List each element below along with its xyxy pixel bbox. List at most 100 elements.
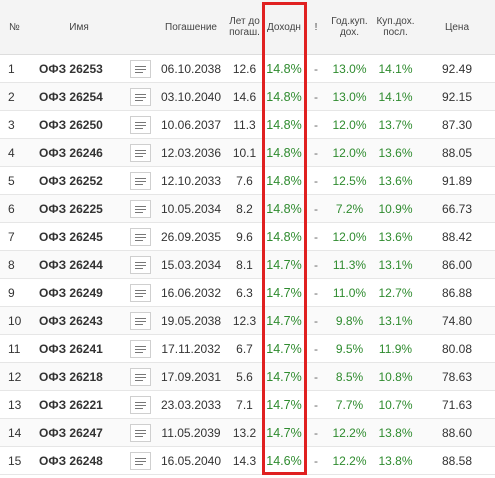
table-row[interactable]: 15 ОФЗ 26248 16.05.2040 14.3 14.6% -12.2% 13.8… — [0, 446, 495, 475]
doc-button[interactable] — [124, 166, 156, 195]
header-maturity[interactable]: Погашение — [156, 0, 226, 55]
last-coupon-yield: 13.1% — [372, 306, 419, 335]
bond-name[interactable]: ОФЗ 26247 — [34, 418, 124, 447]
bond-name[interactable]: ОФЗ 26252 — [34, 166, 124, 195]
price-value: 87.30 — [419, 110, 495, 139]
header-last-line1: Куп.дох. — [376, 16, 415, 27]
years-to-maturity: 8.2 — [226, 194, 263, 223]
table-row[interactable]: 14 ОФЗ 26247 11.05.2039 13.2 14.7% -12.2% 13.8… — [0, 418, 495, 447]
table-row[interactable]: 5 ОФЗ 26252 12.10.2033 7.6 14.8% -12.5% 13.6% 9… — [0, 166, 495, 195]
years-to-maturity: 6.3 — [226, 278, 263, 307]
bond-table: № Имя Погашение Лет до погаш. Доходн ! Го… — [0, 0, 495, 475]
document-icon[interactable] — [129, 255, 151, 274]
doc-button[interactable] — [124, 446, 156, 475]
bond-name[interactable]: ОФЗ 26225 — [34, 194, 124, 223]
table-row[interactable]: 10 ОФЗ 26243 19.05.2038 12.3 14.7% -9.8% 13.1%… — [0, 306, 495, 335]
header-coupon[interactable]: Год.куп. дох. — [327, 0, 372, 55]
bond-name[interactable]: ОФЗ 26244 — [34, 250, 124, 279]
document-icon[interactable] — [129, 339, 151, 358]
bond-name[interactable]: ОФЗ 26254 — [34, 82, 124, 111]
doc-button[interactable] — [124, 418, 156, 447]
last-coupon-yield: 10.7% — [372, 390, 419, 419]
doc-button[interactable] — [124, 138, 156, 167]
document-icon[interactable] — [129, 199, 151, 218]
maturity-date: 23.03.2033 — [156, 390, 226, 419]
yield-value: 14.8% — [263, 82, 305, 111]
doc-button[interactable] — [124, 194, 156, 223]
row-number: 8 — [0, 250, 34, 279]
bond-name[interactable]: ОФЗ 26245 — [34, 222, 124, 251]
maturity-date: 10.05.2034 — [156, 194, 226, 223]
table-row[interactable]: 7 ОФЗ 26245 26.09.2035 9.6 14.8% -12.0% 13.6% 8… — [0, 222, 495, 251]
doc-button[interactable] — [124, 278, 156, 307]
header-num[interactable]: № — [0, 0, 34, 55]
doc-button[interactable] — [124, 306, 156, 335]
doc-button[interactable] — [124, 110, 156, 139]
table-row[interactable]: 4 ОФЗ 26246 12.03.2036 10.1 14.8% -12.0% 13.6%… — [0, 138, 495, 167]
price-value: 66.73 — [419, 194, 495, 223]
annual-coupon-yield: 13.0% — [327, 82, 372, 111]
table-row[interactable]: 2 ОФЗ 26254 03.10.2040 14.6 14.8% -13.0% 14.1%… — [0, 82, 495, 111]
document-icon[interactable] — [129, 59, 151, 78]
header-last-coupon[interactable]: Куп.дох. посл. — [372, 0, 419, 55]
header-yield[interactable]: Доходн — [263, 0, 305, 55]
document-icon[interactable] — [129, 367, 151, 386]
doc-button[interactable] — [124, 250, 156, 279]
row-number: 10 — [0, 306, 34, 335]
price-value: 80.08 — [419, 334, 495, 363]
table-row[interactable]: 12 ОФЗ 26218 17.09.2031 5.6 14.7% -8.5% 10.8% 7… — [0, 362, 495, 391]
table-row[interactable]: 11 ОФЗ 26241 17.11.2032 6.7 14.7% -9.5% 11.9% 8… — [0, 334, 495, 363]
bond-name[interactable]: ОФЗ 26221 — [34, 390, 124, 419]
doc-button[interactable] — [124, 222, 156, 251]
flag-value: - — [305, 278, 327, 307]
document-icon[interactable] — [129, 115, 151, 134]
table-row[interactable]: 6 ОФЗ 26225 10.05.2034 8.2 14.8% -7.2% 10.9% 66… — [0, 194, 495, 223]
header-flag[interactable]: ! — [305, 0, 327, 55]
flag-value: - — [305, 110, 327, 139]
table-row[interactable]: 13 ОФЗ 26221 23.03.2033 7.1 14.7% -7.7% 10.7% 7… — [0, 390, 495, 419]
table-row[interactable]: 9 ОФЗ 26249 16.06.2032 6.3 14.7% -11.0% 12.7% 8… — [0, 278, 495, 307]
doc-button[interactable] — [124, 334, 156, 363]
document-icon[interactable] — [129, 143, 151, 162]
flag-value: - — [305, 446, 327, 475]
bond-name[interactable]: ОФЗ 26246 — [34, 138, 124, 167]
table-row[interactable]: 3 ОФЗ 26250 10.06.2037 11.3 14.8% -12.0% 13.7%… — [0, 110, 495, 139]
yield-value: 14.7% — [263, 362, 305, 391]
bond-name[interactable]: ОФЗ 26249 — [34, 278, 124, 307]
bond-name[interactable]: ОФЗ 26241 — [34, 334, 124, 363]
table-row[interactable]: 8 ОФЗ 26244 15.03.2034 8.1 14.7% -11.3% 13.1% 8… — [0, 250, 495, 279]
bond-name[interactable]: ОФЗ 26248 — [34, 446, 124, 475]
last-coupon-yield: 13.8% — [372, 446, 419, 475]
bond-name[interactable]: ОФЗ 26218 — [34, 362, 124, 391]
document-icon[interactable] — [129, 227, 151, 246]
bond-table-panel: № Имя Погашение Лет до погаш. Доходн ! Го… — [0, 0, 495, 478]
flag-value: - — [305, 222, 327, 251]
bond-name[interactable]: ОФЗ 26250 — [34, 110, 124, 139]
table-row[interactable]: 1 ОФЗ 26253 06.10.2038 12.6 14.8% -13.0% 14.1%… — [0, 54, 495, 83]
document-icon[interactable] — [129, 87, 151, 106]
row-number: 2 — [0, 82, 34, 111]
price-value: 88.58 — [419, 446, 495, 475]
document-icon[interactable] — [129, 395, 151, 414]
header-price[interactable]: Цена — [419, 0, 495, 55]
annual-coupon-yield: 7.7% — [327, 390, 372, 419]
price-value: 71.63 — [419, 390, 495, 419]
bond-name[interactable]: ОФЗ 26253 — [34, 54, 124, 83]
document-icon[interactable] — [129, 171, 151, 190]
doc-button[interactable] — [124, 362, 156, 391]
document-icon[interactable] — [129, 423, 151, 442]
yield-value: 14.8% — [263, 222, 305, 251]
bond-name[interactable]: ОФЗ 26243 — [34, 306, 124, 335]
maturity-date: 12.10.2033 — [156, 166, 226, 195]
document-icon[interactable] — [129, 311, 151, 330]
doc-button[interactable] — [124, 82, 156, 111]
doc-button[interactable] — [124, 54, 156, 83]
doc-button[interactable] — [124, 390, 156, 419]
document-icon[interactable] — [129, 451, 151, 470]
maturity-date: 16.06.2032 — [156, 278, 226, 307]
maturity-date: 26.09.2035 — [156, 222, 226, 251]
header-years[interactable]: Лет до погаш. — [226, 0, 263, 55]
document-icon[interactable] — [129, 283, 151, 302]
header-doc — [124, 0, 156, 55]
header-name[interactable]: Имя — [34, 0, 124, 55]
